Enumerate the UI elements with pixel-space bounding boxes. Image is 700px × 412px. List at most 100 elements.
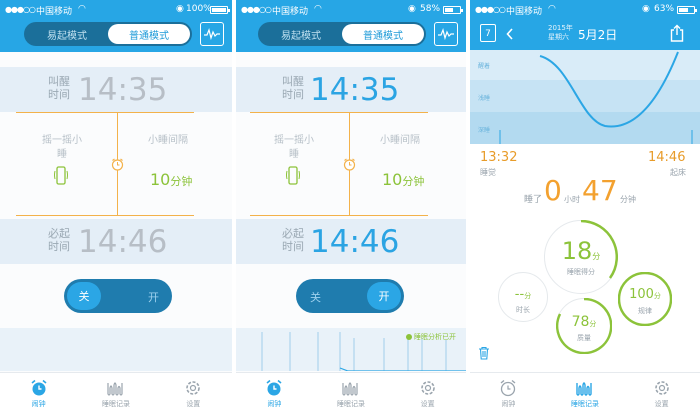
must-wake-value: 14:46 xyxy=(310,224,400,260)
date-day: 5月2日 xyxy=(578,28,618,42)
sleep-stage-chart: 醒着 浅睡 深睡 xyxy=(470,50,700,144)
legend-dot xyxy=(406,334,412,340)
sleep-record-icon xyxy=(342,382,358,396)
trash-icon[interactable] xyxy=(478,346,490,360)
nap-interval-label: 小睡间隔 xyxy=(380,135,420,146)
status-bar: ●●●○○ 中国移动 ◠ ◉ 63% xyxy=(470,0,700,18)
sleep-analysis-legend: 睡眠分析已开 xyxy=(406,332,456,342)
battery-percent: 100% xyxy=(186,4,212,14)
battery-percent: 58% xyxy=(420,4,441,14)
sleep-quality-value: 78分 xyxy=(571,314,597,330)
signal-icon: ●●●○○ xyxy=(241,5,272,14)
sleep-start-time: 13:32 xyxy=(480,150,518,165)
waveform-icon xyxy=(438,28,454,40)
middle-section: 摇一摇小睡 小睡间隔 10分钟 xyxy=(236,112,466,216)
sleep-graph-button[interactable] xyxy=(434,22,458,46)
gear-icon xyxy=(654,381,669,395)
rotation-lock-icon: ◉ xyxy=(176,4,184,14)
toggle-knob-on: 开 xyxy=(367,282,401,310)
must-wake-label: 必起时间 xyxy=(48,227,70,253)
wifi-icon: ◠ xyxy=(548,4,556,14)
status-bar: ●●●○○ 中国移动 ◠ ◉ 58% xyxy=(236,0,466,18)
mode-tab-normal[interactable]: 普通模式 xyxy=(108,24,190,44)
tab-bar: 闹钟 睡眠记录 设置 xyxy=(0,372,232,412)
toggle-label-on: 开 xyxy=(148,291,159,304)
alarm-clock-icon xyxy=(500,379,516,397)
battery-icon xyxy=(210,6,230,14)
mode-tab-easy[interactable]: 易起模式 xyxy=(26,24,108,44)
sleep-duration: 睡了 0 小时 47 分钟 xyxy=(524,174,636,207)
tab-alarm[interactable]: 闹钟 xyxy=(236,373,313,412)
mode-tab-easy[interactable]: 易起模式 xyxy=(260,24,342,44)
alarm-screen-on: ●●●○○ 中国移动 ◠ ◉ 58% 易起模式 普通模式 叫醒时间 14:35 xyxy=(236,0,466,412)
rotation-lock-icon: ◉ xyxy=(408,4,416,14)
wake-time-value: 14:35 xyxy=(78,72,168,108)
alarm-clock-mini-icon xyxy=(111,158,124,171)
alarm-clock-icon xyxy=(266,379,282,396)
wake-time-row[interactable]: 叫醒时间 14:35 xyxy=(0,67,232,112)
status-bar: ●●●○○ 中国移动 ◠ ◉ 100% xyxy=(0,0,232,18)
shake-phone-icon[interactable] xyxy=(286,165,300,187)
date-year-weekday: 2015年 星期六 xyxy=(548,24,573,41)
wifi-icon: ◠ xyxy=(78,4,86,14)
regularity-circle[interactable]: 100分 规律 xyxy=(618,272,672,326)
duration-minutes: 47 xyxy=(582,174,618,207)
tab-settings[interactable]: 设置 xyxy=(155,373,232,412)
wake-time-label: 叫醒时间 xyxy=(48,75,70,101)
sleep-graph-button[interactable] xyxy=(200,22,224,46)
nap-interval-label: 小睡间隔 xyxy=(148,135,188,146)
sleep-curve xyxy=(499,51,693,144)
middle-section: 摇一摇小睡 小睡间隔 10分钟 xyxy=(0,112,232,216)
calendar-icon[interactable]: 7 xyxy=(480,24,496,42)
regularity-label: 规律 xyxy=(638,307,652,315)
mode-tab-normal[interactable]: 普通模式 xyxy=(342,24,424,44)
mode-segmented-control: 易起模式 普通模式 xyxy=(258,22,426,46)
sleep-record-icon xyxy=(576,382,592,396)
must-wake-time-row[interactable]: 必起时间 14:46 xyxy=(236,219,466,264)
share-icon[interactable] xyxy=(670,24,684,42)
shake-phone-icon[interactable] xyxy=(54,165,68,187)
rotation-lock-icon: ◉ xyxy=(642,4,650,14)
carrier-name: 中国移动 xyxy=(36,7,73,17)
gear-icon xyxy=(186,381,201,395)
sleep-score-value: 18分 xyxy=(561,237,601,265)
battery-icon xyxy=(677,6,697,14)
nap-interval-value[interactable]: 10分钟 xyxy=(382,170,424,189)
regularity-value: 100分 xyxy=(629,287,661,302)
sleep-record-screen: ●●●○○ 中国移动 ◠ ◉ 63% 7 2015年 星期六 5月2日 醒着 浅睡… xyxy=(470,0,700,412)
shake-nap-label: 摇一摇小睡 xyxy=(274,135,314,160)
alarm-toggle[interactable]: 关 开 xyxy=(296,279,404,313)
waveform-icon xyxy=(204,28,220,40)
battery-percent: 63% xyxy=(654,4,675,14)
sleep-length-circle[interactable]: --分 时长 xyxy=(498,272,548,322)
alarm-clock-mini-icon xyxy=(343,158,356,171)
sleep-record-icon xyxy=(107,382,123,396)
must-wake-value: 14:46 xyxy=(78,224,168,260)
carrier-name: 中国移动 xyxy=(506,7,543,17)
toggle-label-off: 关 xyxy=(310,291,321,304)
signal-icon: ●●●○○ xyxy=(475,5,506,14)
wake-time-row[interactable]: 叫醒时间 14:35 xyxy=(236,67,466,112)
nap-interval-value[interactable]: 10分钟 xyxy=(150,170,192,189)
sleep-quality-circle[interactable]: 78分 质量 xyxy=(556,298,612,354)
sleep-length-value: --分 xyxy=(514,287,532,302)
alarm-toggle[interactable]: 关 开 xyxy=(64,279,172,313)
sleep-quality-label: 质量 xyxy=(577,334,591,342)
toggle-knob-off: 关 xyxy=(67,282,101,310)
tab-sleep-record[interactable]: 睡眠记录 xyxy=(547,373,624,412)
tab-alarm[interactable]: 闹钟 xyxy=(470,373,547,412)
header: ●●●○○ 中国移动 ◠ ◉ 58% 易起模式 普通模式 xyxy=(236,0,466,52)
tab-settings[interactable]: 设置 xyxy=(389,373,466,412)
tab-settings[interactable]: 设置 xyxy=(623,373,700,412)
alarm-screen-off: ●●●○○ 中国移动 ◠ ◉ 100% 易起模式 普通模式 叫醒时间 14:35 xyxy=(0,0,232,412)
tab-sleep-record[interactable]: 睡眠记录 xyxy=(313,373,390,412)
tab-sleep-record[interactable]: 睡眠记录 xyxy=(77,373,154,412)
alarm-clock-icon xyxy=(31,379,47,396)
screens: ●●●○○ 中国移动 ◠ ◉ 100% 易起模式 普通模式 叫醒时间 14:35 xyxy=(0,0,700,412)
duration-hours: 0 xyxy=(544,174,562,207)
sleep-score-circle[interactable]: 18分 睡眠得分 xyxy=(544,220,618,294)
gear-icon xyxy=(420,381,435,395)
back-chevron-icon[interactable] xyxy=(506,28,514,40)
tab-alarm[interactable]: 闹钟 xyxy=(0,373,77,412)
must-wake-time-row[interactable]: 必起时间 14:46 xyxy=(0,219,232,264)
